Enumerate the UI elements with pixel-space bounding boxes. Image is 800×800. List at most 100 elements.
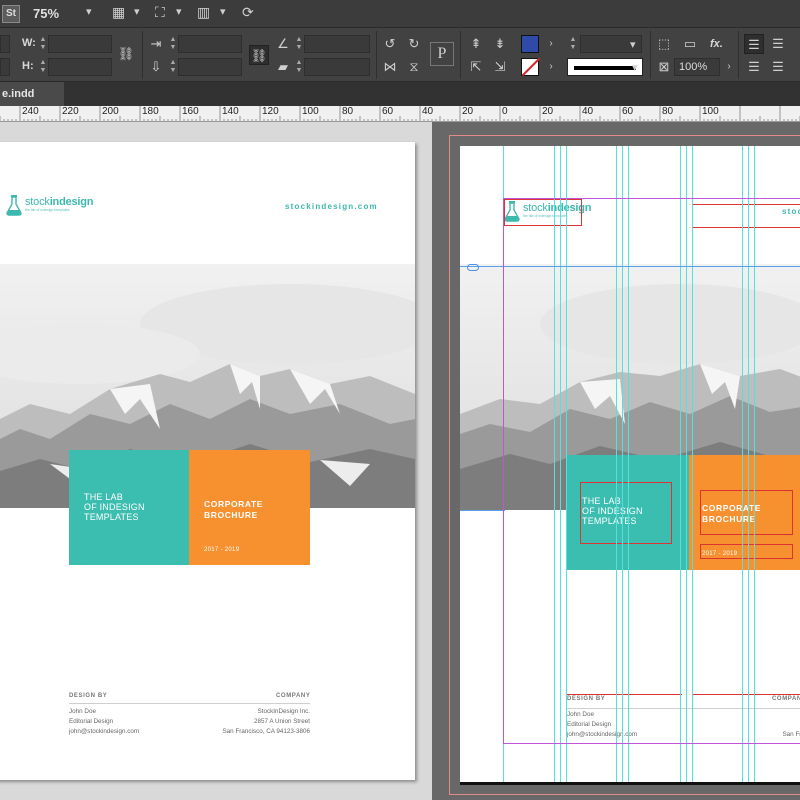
chevron-down-icon[interactable]: ▾ (86, 5, 92, 18)
design-by-label: DESIGN BY (69, 693, 108, 699)
ruler-label: 220 (62, 106, 79, 117)
brand-name: stockindesign (523, 202, 592, 215)
shear-angle-icon[interactable]: ▰ (273, 57, 293, 77)
shear-spinner[interactable]: ▲ ▼ (294, 59, 304, 75)
brochure-title: CORPORATE BROCHURE (702, 503, 762, 524)
document-tab-bar: e.indd (0, 82, 800, 106)
company-info: StockInDesign Inc. 2857 A Union Street S… (782, 731, 800, 738)
y-field[interactable] (0, 58, 10, 76)
chevron-down-icon[interactable]: ▾ (176, 5, 182, 18)
page-right[interactable]: stockindesign the lab of indesign templa… (460, 146, 800, 784)
chevron-right-icon[interactable]: › (719, 57, 739, 77)
constrain-proportions-icon[interactable]: ⛓ (116, 44, 136, 64)
effects-icon[interactable]: fx. (710, 38, 723, 50)
chevron-down-icon[interactable]: ▾ (632, 61, 638, 74)
ruler-label: 20 (462, 106, 474, 117)
company-label: COMPANY (772, 696, 800, 702)
control-panel: W: H: ▲ ▼ ▲ ▼ ⛓ ⇥ ⇩ ▲ ▼ ▲ ▼ ⛓ ∠ ▰ ▲ ▼ ▲ ▼ ↺ ↻ … (0, 28, 800, 82)
opacity-icon[interactable]: ⊠ (654, 57, 674, 77)
width-field[interactable] (48, 35, 112, 53)
reference-point-icon[interactable]: P (430, 42, 454, 66)
company-info: StockInDesign Inc. 2857 A Union Street S… (222, 708, 310, 735)
separator (738, 31, 739, 79)
arrange-docs-icon[interactable]: ▥ (197, 4, 210, 21)
rotate-field[interactable] (304, 35, 370, 53)
lab-tagline: THE LAB OF INDESIGN TEMPLATES (84, 492, 145, 522)
ruler-label: 80 (342, 106, 354, 117)
screen-mode-icon[interactable]: ⛶ (155, 4, 165, 21)
align-left-icon[interactable]: ☰ (744, 34, 764, 54)
rotate-cw-icon[interactable]: ↻ (404, 34, 424, 54)
select-container-icon[interactable]: ⇞ (466, 34, 486, 54)
application-bar: St 75% ▾ ▦ ▾ ⛶ ▾ ▥ ▾ ⟳ (0, 0, 800, 28)
horizontal-ruler[interactable]: 240 220 200 180 160 140 120 100 80 60 40 20 0 20 40 60 8… (0, 106, 800, 122)
separator (142, 31, 143, 79)
fit-content-icon[interactable]: ⬚ (654, 34, 674, 54)
ruler-label: 0 (502, 106, 508, 117)
ruler-label: 160 (182, 106, 199, 117)
text-frame-options-icon[interactable]: ▭ (680, 34, 700, 54)
ruler-label: 120 (262, 106, 279, 117)
stock-logo[interactable]: St (2, 5, 20, 23)
height-spinner[interactable]: ▲ ▼ (38, 59, 48, 75)
horizontal-guide (460, 510, 505, 511)
flip-vertical-icon[interactable]: ⧖ (404, 57, 424, 77)
brand-logo: stockindesign the lab of indesign templa… (504, 200, 592, 222)
align-center-icon[interactable]: ☰ (768, 34, 788, 54)
ruler-label: 60 (382, 106, 394, 117)
frame-grid-icon[interactable]: ▦ (112, 4, 125, 21)
rotate-spinner[interactable]: ▲ ▼ (294, 36, 304, 52)
sync-icon[interactable]: ⟳ (242, 4, 254, 21)
stroke-swatch[interactable] (521, 58, 539, 76)
lab-tagline: THE LAB OF INDESIGN TEMPLATES (582, 496, 643, 526)
scale-x-spinner[interactable]: ▲ ▼ (168, 36, 178, 52)
scale-y-field[interactable] (178, 58, 242, 76)
height-field[interactable] (48, 58, 112, 76)
width-spinner[interactable]: ▲ ▼ (38, 36, 48, 52)
rotate-ccw-icon[interactable]: ↺ (380, 34, 400, 54)
designer-info: John Doe Editorial Design john@stockinde… (567, 711, 638, 738)
select-previous-icon[interactable]: ⇱ (466, 57, 486, 77)
pasteboard: stockindesign the lab of indesign templa… (0, 122, 800, 800)
footer-frame-edge (567, 694, 682, 695)
fill-swatch[interactable] (521, 35, 539, 53)
scale-y-spinner[interactable]: ▲ ▼ (168, 59, 178, 75)
flip-horizontal-icon[interactable]: ⋈ (380, 57, 400, 77)
brand-name: stockindesign (25, 196, 94, 209)
chevron-right-icon[interactable]: › (541, 34, 561, 54)
indesign-window: St 75% ▾ ▦ ▾ ⛶ ▾ ▥ ▾ ⟳ W: H: ▲ ▼ ▲ ▼ ⛓ ⇥ ⇩… (0, 0, 800, 800)
website-url: stockindesign.com (285, 202, 378, 211)
brand-tagline: the lab of indesign templates (523, 214, 568, 219)
x-field[interactable] (0, 35, 10, 53)
ruler-label: 100 (302, 106, 319, 117)
separator (376, 31, 377, 79)
ruler-label: 40 (422, 106, 434, 117)
scale-x-icon[interactable]: ⇥ (146, 34, 166, 54)
ruler-label: 100 (702, 106, 719, 117)
justify-icon[interactable]: ☰ (768, 57, 788, 77)
link-icon[interactable] (467, 264, 479, 271)
designer-info: John Doe Editorial Design john@stockinde… (69, 708, 140, 735)
chevron-down-icon[interactable]: ▾ (630, 38, 636, 51)
scale-x-field[interactable] (178, 35, 242, 53)
page-left[interactable]: stockindesign the lab of indesign templa… (0, 142, 415, 780)
brochure-years: 2017 - 2019 (702, 551, 738, 557)
design-by-label: DESIGN BY (567, 696, 606, 702)
scale-y-icon[interactable]: ⇩ (146, 57, 166, 77)
select-content-icon[interactable]: ⇟ (490, 34, 510, 54)
link-icon[interactable]: ⛓ (249, 45, 269, 65)
chevron-right-icon[interactable]: › (541, 57, 561, 77)
align-right-icon[interactable]: ☰ (744, 57, 764, 77)
stroke-weight-spinner[interactable]: ▲ ▼ (568, 36, 578, 52)
separator (650, 31, 651, 79)
chevron-down-icon[interactable]: ▾ (220, 5, 226, 18)
chevron-down-icon[interactable]: ▾ (134, 5, 140, 18)
ruler-label: 20 (542, 106, 554, 117)
document-tab[interactable]: e.indd (0, 82, 64, 106)
shear-field[interactable] (304, 58, 370, 76)
zoom-level[interactable]: 75% (33, 6, 59, 21)
select-next-icon[interactable]: ⇲ (490, 57, 510, 77)
opacity-field[interactable]: 100% (674, 58, 720, 76)
rotate-angle-icon[interactable]: ∠ (273, 34, 293, 54)
footer-frame-edge (693, 694, 800, 695)
